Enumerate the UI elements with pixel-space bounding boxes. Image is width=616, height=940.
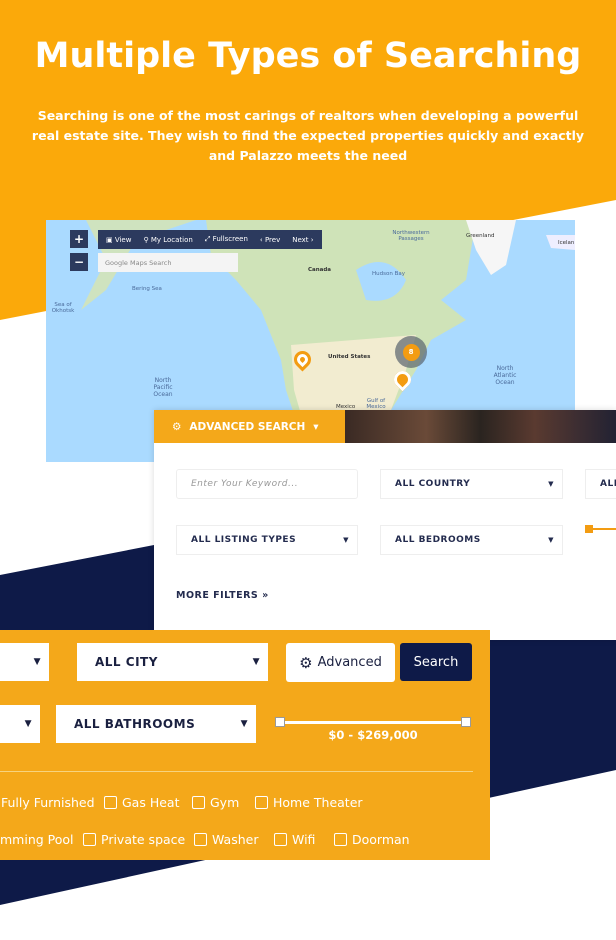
advanced-search-toggle[interactable]: ⚙ ADVANCED SEARCH ▾ [154, 410, 345, 443]
page-subtitle: Searching is one of the most carings of … [31, 108, 585, 163]
bedrooms-value: ALL BEDROOMS [395, 535, 481, 545]
amenity-label: mming Pool [0, 832, 74, 847]
fullscreen-label: Fullscreen [212, 235, 248, 243]
marker-cluster[interactable]: 8 [395, 336, 427, 368]
country-value: ALL COUNTRY [395, 479, 471, 489]
map-label: Northwestern Passages [392, 230, 430, 242]
advanced-button[interactable]: ⚙ Advanced [286, 643, 395, 682]
select-partial-2[interactable]: ▼ [0, 705, 40, 743]
fullscreen-button[interactable]: ⤢ Fullscreen [205, 235, 248, 244]
amenity-wifi[interactable]: Wifi [274, 832, 315, 847]
advanced-search-panel: ⚙ ADVANCED SEARCH ▾ Enter Your Keyword... … [154, 410, 616, 640]
next-button[interactable]: Next › [292, 236, 313, 244]
amenity-label: Washer [212, 832, 259, 847]
next-label: Next [292, 235, 309, 244]
checkbox[interactable] [192, 796, 205, 809]
amenity-label: Gas Heat [122, 795, 180, 810]
amenity-label: Wifi [292, 832, 316, 847]
more-filters-button[interactable]: MORE FILTERS » [176, 590, 269, 601]
my-location-button[interactable]: ⚲ My Location [143, 236, 192, 244]
map-label: North Atlantic Ocean [493, 365, 517, 386]
caret-icon: ▼ [343, 536, 349, 544]
bathrooms-select[interactable]: ALL BATHROOMS ▼ [56, 705, 256, 743]
map-toolbar: ▣ View ⚲ My Location ⤢ Fullscreen ‹ Prev… [98, 230, 322, 249]
checkbox[interactable] [334, 833, 347, 846]
amenity-fully-furnished[interactable]: Fully Furnished [1, 795, 95, 810]
listing-types-value: ALL LISTING TYPES [191, 535, 297, 545]
caret-icon: ▼ [240, 719, 248, 729]
listing-types-select[interactable]: ALL LISTING TYPES ▼ [176, 525, 358, 555]
map-search-input[interactable]: Google Maps Search [98, 253, 238, 272]
map-label: United States [328, 354, 371, 360]
search-button[interactable]: Search [400, 643, 472, 681]
amenity-label: Gym [210, 795, 240, 810]
gear-icon: ⚙ [172, 420, 182, 433]
caret-icon: ▼ [548, 480, 554, 488]
amenity-label: Fully Furnished [1, 795, 95, 810]
map-label: North Pacific Ocean [153, 377, 173, 398]
advanced-label: Advanced [317, 655, 382, 670]
checkbox[interactable] [83, 833, 96, 846]
zoom-in-button[interactable]: + [70, 230, 88, 248]
map-label: Icelan [558, 240, 575, 246]
double-chevron-down-icon: » [262, 590, 269, 601]
city-select[interactable]: ALL CITY ▼ [77, 643, 268, 681]
amenity-washer[interactable]: Washer [194, 832, 258, 847]
third-value: ALL [600, 479, 616, 489]
price-range-label: $0 - $269,000 [328, 728, 418, 742]
checkbox[interactable] [194, 833, 207, 846]
slider-min-handle[interactable] [275, 717, 285, 727]
zoom-out-button[interactable]: − [70, 253, 88, 271]
amenity-gas-heat[interactable]: Gas Heat [104, 795, 179, 810]
amenity-label: Private space [101, 832, 186, 847]
view-button[interactable]: ▣ View [106, 236, 131, 244]
select-partial[interactable]: ▼ [0, 643, 49, 681]
price-range-slider[interactable] [275, 717, 471, 727]
keyword-input[interactable]: Enter Your Keyword... [176, 469, 358, 499]
map-label: Canada [308, 267, 332, 273]
more-filters-label: MORE FILTERS [176, 590, 259, 601]
amenity-doorman[interactable]: Doorman [334, 832, 410, 847]
caret-icon: ▼ [24, 719, 32, 729]
map-label: Hudson Bay [372, 271, 405, 277]
caret-icon: ▼ [33, 657, 41, 667]
amenity-gym[interactable]: Gym [192, 795, 239, 810]
checkbox[interactable] [104, 796, 117, 809]
price-slider[interactable] [585, 525, 616, 533]
page-title: Multiple Types of Searching [34, 36, 582, 76]
caret-icon: ▼ [252, 657, 260, 667]
bathrooms-value: ALL BATHROOMS [74, 717, 196, 731]
search-bar-panel: ▼ ALL CITY ▼ ⚙ Advanced Search ▼ ALL BATHR… [0, 630, 490, 860]
cluster-count: 8 [402, 343, 420, 361]
country-select[interactable]: ALL COUNTRY ▼ [380, 469, 563, 499]
city-value: ALL CITY [95, 655, 158, 669]
prev-label: Prev [264, 235, 281, 244]
map-label: Gulf of Mexico [366, 398, 386, 410]
slider-handle[interactable] [585, 525, 593, 533]
prev-button[interactable]: ‹ Prev [260, 236, 280, 244]
map-label: Greenland [466, 233, 495, 239]
header-image [345, 410, 616, 443]
bedrooms-select[interactable]: ALL BEDROOMS ▼ [380, 525, 563, 555]
caret-down-icon: ▾ [313, 420, 319, 433]
caret-icon: ▼ [548, 536, 554, 544]
amenity-private-space[interactable]: Private space [83, 832, 185, 847]
my-location-label: My Location [150, 235, 193, 244]
amenity-swimming-pool[interactable]: mming Pool [0, 832, 74, 847]
checkbox[interactable] [255, 796, 268, 809]
gear-icon: ⚙ [299, 653, 313, 672]
advanced-search-title: ADVANCED SEARCH [189, 420, 306, 433]
amenity-label: Doorman [352, 832, 410, 847]
slider-max-handle[interactable] [461, 717, 471, 727]
divider [0, 771, 473, 772]
amenity-label: Home Theater [273, 795, 363, 810]
map-label: Sea of Okhotsk [51, 302, 75, 314]
view-label: View [114, 235, 132, 244]
amenity-home-theater[interactable]: Home Theater [255, 795, 363, 810]
third-select[interactable]: ALL [585, 469, 616, 499]
map-label: Bering Sea [132, 286, 162, 292]
checkbox[interactable] [274, 833, 287, 846]
